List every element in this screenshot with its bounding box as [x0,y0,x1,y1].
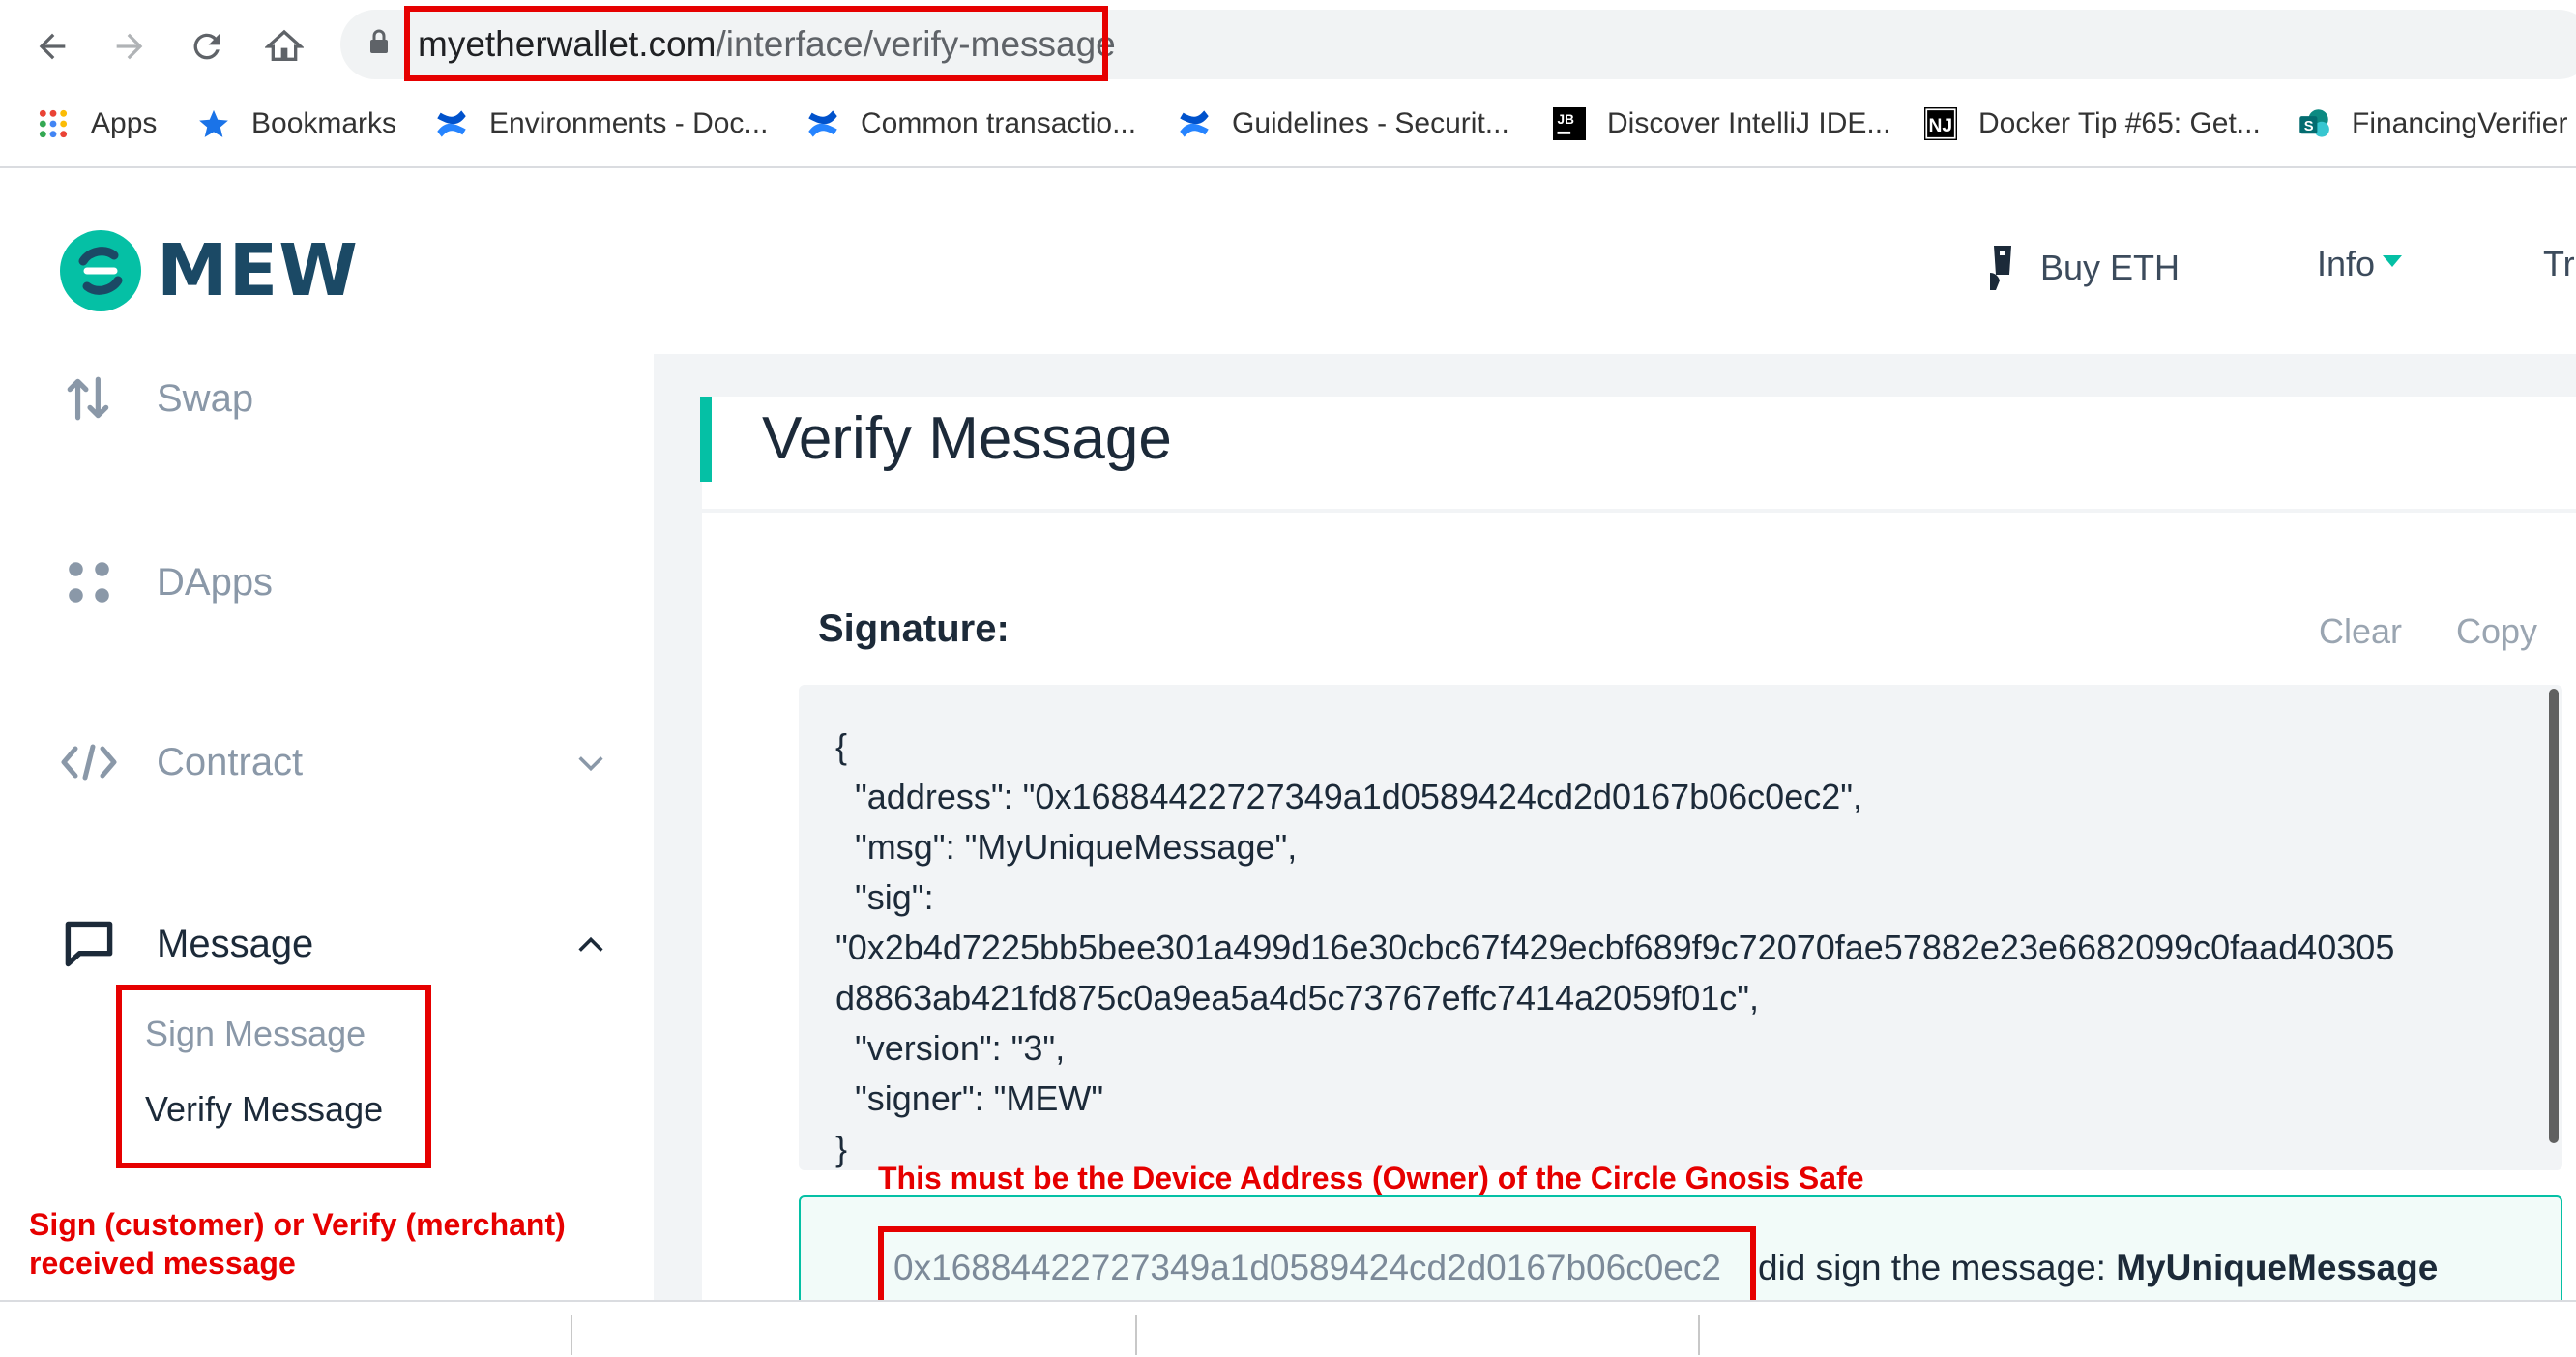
signature-line: d8863ab421fd875c0a9ea5a4d5c73767effc7414… [835,978,1760,1018]
sidebar-item-label: Message [157,922,314,965]
info-menu[interactable]: Info [2317,244,2403,284]
clear-button[interactable]: Clear [2319,611,2402,652]
bookmark-bookmarks[interactable]: Bookmarks [197,95,396,153]
bookmark-label: Environments - Doc... [489,107,769,139]
signature-line: "msg": "MyUniqueMessage", [835,827,1298,867]
submenu-highlight-annotation [116,985,431,1168]
bookmark-label: Common transactio... [861,107,1137,139]
signature-line: "version": "3", [835,1028,1066,1068]
info-label: Info [2317,244,2376,283]
confluence-icon [1178,107,1211,140]
taskbar-divider [1135,1315,1137,1355]
mew-logo-icon [60,230,141,311]
mew-wordmark: MEW [157,229,359,312]
signature-line: } [835,1129,848,1168]
url-highlight-annotation [404,6,1108,81]
signature-line: "sig": [835,877,934,917]
result-text: did sign the message: MyUniqueMessage [1758,1248,2438,1288]
bookmark-label: Bookmarks [251,107,397,139]
bookmark-label: Guidelines - Securit... [1232,107,1509,139]
sidebar-item-label: Contract [157,740,304,783]
taskbar-divider [571,1315,572,1355]
forward-arrow-icon [116,33,143,60]
reload-button[interactable] [176,15,238,77]
signature-label: Signature: [818,607,1010,650]
confluence-icon [806,107,839,140]
bookmark-financing-verifier[interactable]: S FinancingVerifier [2298,95,2567,153]
bookmark-intellij[interactable]: JB Discover IntelliJ IDE... [1553,95,1890,153]
title-accent-bar [700,397,712,482]
apps-grid-icon [37,107,70,140]
copy-button[interactable]: Copy [2456,611,2537,652]
sidebar-item-label: DApps [157,560,274,604]
dapps-dots-icon [58,551,120,613]
result-message: MyUniqueMessage [2116,1248,2439,1287]
bookmark-label: FinancingVerifier [2352,107,2568,139]
chevron-up-icon[interactable] [574,929,607,961]
signature-line: { [835,726,848,766]
reload-icon [193,33,220,60]
signature-line: "signer": "MEW" [835,1078,1104,1118]
mew-logo[interactable]: MEW [58,228,359,313]
bookmark-common-transactions[interactable]: Common transactio... [806,95,1136,153]
sidebar-annotation: Sign (customer) or Verify (merchant) rec… [29,1207,566,1281]
svg-text:S: S [2304,119,2314,134]
device-address-annotation: This must be the Device Address (Owner) … [878,1161,1864,1195]
trade-menu[interactable]: Tr [2543,244,2575,284]
sidebar-item-swap[interactable]: Swap [58,368,253,429]
result-sentence: did sign the message: [1758,1248,2106,1287]
bookmark-apps[interactable]: Apps [37,95,157,153]
bottom-taskbar [0,1300,2576,1357]
confluence-icon [435,107,468,140]
buy-eth-link[interactable]: Buy ETH [1988,244,2180,292]
sidebar-item-contract[interactable]: Contract [58,731,303,793]
jetbrains-icon: JB [1553,107,1586,140]
message-bubble-icon [58,913,120,975]
sidebar-item-message[interactable]: Message [58,913,313,975]
star-icon [197,107,230,140]
sidebar-item-label: Swap [157,376,254,420]
sidebar-item-dapps[interactable]: DApps [58,551,273,613]
taskbar-divider [1698,1315,1700,1355]
svg-text:NJ: NJ [1929,116,1953,136]
chevron-down-icon[interactable] [574,747,607,780]
home-icon [265,29,304,61]
code-brackets-icon [58,731,120,793]
trade-label: Tr [2543,244,2575,283]
back-button[interactable] [21,15,83,77]
buy-eth-icon [1990,246,2011,290]
home-button[interactable] [253,15,315,77]
bookmarks-bar: Apps Bookmarks Environments - Doc... Com… [0,95,2576,153]
swap-arrows-icon [58,368,120,429]
svg-text:JB: JB [1558,112,1575,127]
bookmark-docker-tip[interactable]: NJ Docker Tip #65: Get... [1924,95,2261,153]
signature-line: "address": "0x16884422727349a1d0589424cd… [835,777,1863,816]
signature-line: "0x2b4d7225bb5bee301a499d16e30cbc67f429e… [835,928,2395,967]
bookmark-label: Docker Tip #65: Get... [1978,107,2261,139]
bookmark-label: Discover IntelliJ IDE... [1607,107,1891,139]
browser-toolbar: myetherwallet.com/interface/verify-messa… [0,0,2576,168]
forward-button[interactable] [99,15,161,77]
buy-eth-label: Buy ETH [2040,248,2181,287]
sharepoint-icon: S [2298,107,2330,140]
bookmark-environments[interactable]: Environments - Doc... [435,95,768,153]
lock-icon [370,29,388,53]
bookmark-label: Apps [91,107,158,139]
caret-down-icon [2383,255,2403,267]
signature-scrollbar[interactable] [2549,689,2559,1143]
back-arrow-icon [39,33,66,60]
nj-icon: NJ [1924,107,1957,140]
page-title: Verify Message [762,405,1172,472]
result-address-highlight-annotation [878,1226,1756,1312]
bookmark-guidelines[interactable]: Guidelines - Securit... [1178,95,1509,153]
